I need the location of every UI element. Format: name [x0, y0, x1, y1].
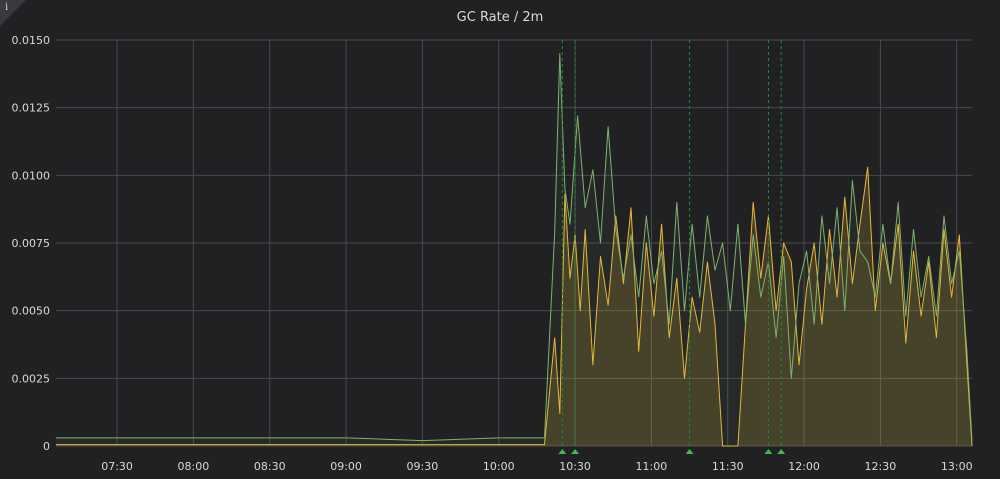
y-tick-label: 0 — [43, 440, 50, 453]
y-tick-label: 0.0125 — [12, 102, 51, 115]
x-tick-label: 13:00 — [941, 460, 973, 473]
x-axis: 07:30 08:00 08:30 09:00 09:30 10:00 10:30 11:00… — [101, 460, 972, 473]
annotation-marker — [571, 449, 580, 454]
y-tick-label: 0.0050 — [12, 305, 51, 318]
x-tick-label: 10:00 — [483, 460, 515, 473]
y-tick-label: 0.0150 — [12, 34, 51, 47]
annotation-marker — [685, 449, 694, 454]
annotation-marker — [764, 449, 773, 454]
annotation-marker — [777, 449, 786, 454]
y-tick-label: 0.0075 — [12, 237, 51, 250]
y-tick-label: 0.0100 — [12, 169, 51, 182]
x-tick-label: 07:30 — [101, 460, 133, 473]
x-tick-label: 12:30 — [865, 460, 897, 473]
graph-panel: i GC Rate / 2m 0 0.0025 0.0050 0.0075 0.0100… — [0, 0, 1000, 479]
y-tick-label: 0.0025 — [12, 372, 51, 385]
x-tick-label: 12:00 — [788, 460, 820, 473]
x-tick-label: 09:30 — [407, 460, 439, 473]
x-tick-label: 10:30 — [559, 460, 591, 473]
x-tick-label: 08:30 — [254, 460, 286, 473]
x-tick-label: 09:00 — [330, 460, 362, 473]
chart-canvas[interactable]: 0 0.0025 0.0050 0.0075 0.0100 0.0125 0.0150 07… — [0, 0, 1000, 479]
x-tick-label: 11:30 — [712, 460, 744, 473]
x-tick-label: 08:00 — [178, 460, 210, 473]
x-tick-label: 11:00 — [636, 460, 668, 473]
annotation-marker — [558, 449, 567, 454]
y-axis: 0 0.0025 0.0050 0.0075 0.0100 0.0125 0.0150 — [12, 34, 51, 453]
